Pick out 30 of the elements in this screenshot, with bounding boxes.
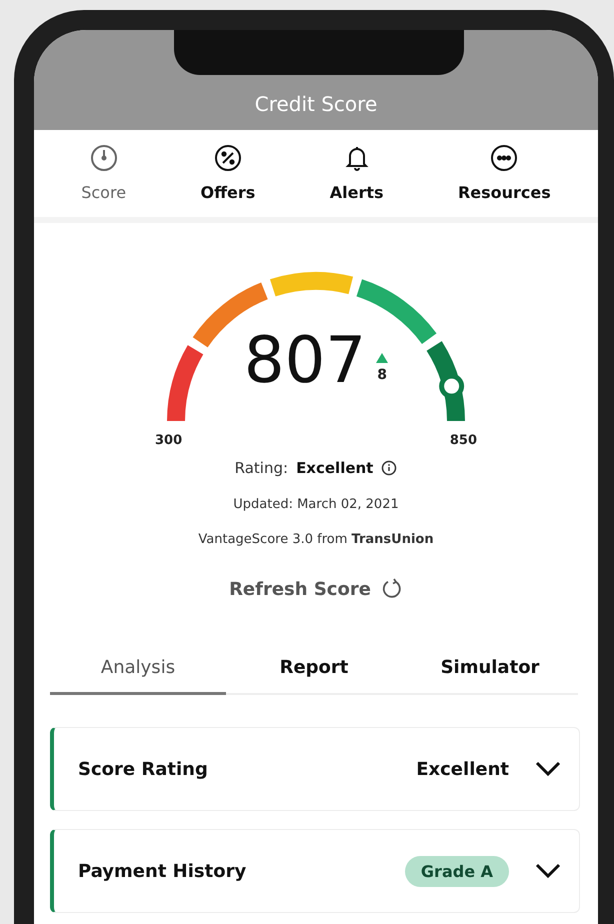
card-value: Excellent <box>416 758 509 780</box>
info-icon[interactable] <box>381 460 398 476</box>
refresh-icon <box>380 578 403 600</box>
card-title: Payment History <box>78 860 248 882</box>
card-title: Score Rating <box>78 758 209 780</box>
credit-score: 807 <box>244 329 366 393</box>
nav-tab[interactable]: Score <box>75 142 132 203</box>
chevron-down-icon[interactable] <box>535 761 561 777</box>
grade-badge: Grade A <box>404 856 509 886</box>
min-score: 300 <box>155 433 182 448</box>
rating-value: Excellent <box>296 459 374 477</box>
analysis-tab[interactable]: Analysis <box>50 645 226 695</box>
score-source: VantageScore 3.0 from TransUnion <box>198 532 434 547</box>
analysis-tab[interactable]: Report <box>226 645 402 695</box>
nav-tab[interactable]: Resources <box>452 142 557 203</box>
updated-date: Updated: March 02, 2021 <box>233 497 399 512</box>
nav-tab[interactable]: Alerts <box>324 142 390 203</box>
screen-title: Credit Score <box>254 92 378 116</box>
more-icon <box>489 143 520 173</box>
analysis-tab[interactable]: Simulator <box>402 645 578 695</box>
max-score: 850 <box>450 433 477 448</box>
rating-label: Rating: <box>234 459 288 477</box>
accordion-card[interactable]: Payment History Grade A <box>50 829 580 913</box>
stopwatch-icon <box>88 143 119 173</box>
refresh-score-button[interactable]: Refresh Score <box>223 577 409 601</box>
accordion-card[interactable]: Score Rating Excellent <box>50 727 580 811</box>
nav-tab[interactable]: Offers <box>194 142 262 203</box>
chevron-down-icon[interactable] <box>535 863 561 879</box>
percent-icon <box>212 143 243 173</box>
score-change: 8 <box>377 367 387 383</box>
